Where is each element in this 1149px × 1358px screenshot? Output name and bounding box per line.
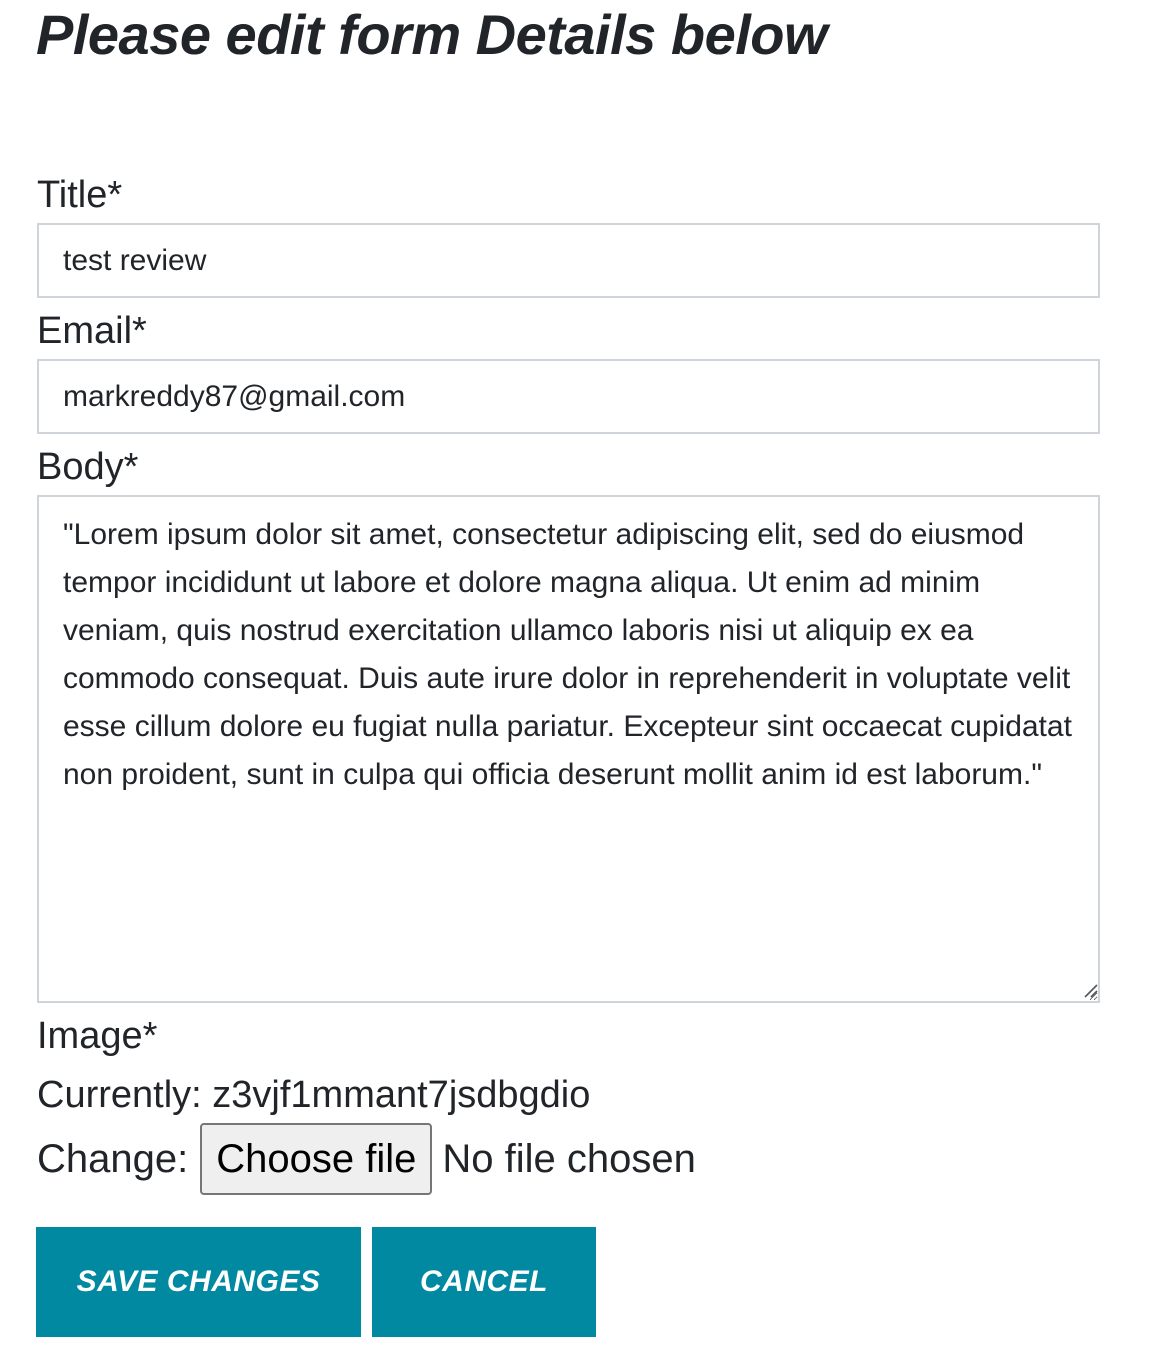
email-label: Email*: [37, 310, 147, 352]
body-textarea[interactable]: "Lorem ipsum dolor sit amet, consectetur…: [37, 495, 1100, 1003]
email-input[interactable]: [37, 359, 1100, 434]
body-label: Body*: [37, 446, 139, 488]
current-image-label: Currently:: [37, 1074, 202, 1116]
save-changes-button[interactable]: SAVE CHANGES: [36, 1227, 361, 1337]
page-title: Please edit form Details below: [36, 3, 828, 66]
change-image-row: Change: Choose file No file chosen: [37, 1122, 696, 1196]
choose-file-button[interactable]: Choose file: [200, 1123, 433, 1195]
cancel-button[interactable]: CANCEL: [372, 1227, 596, 1337]
title-input[interactable]: [37, 223, 1100, 298]
change-label: Change:: [37, 1136, 189, 1181]
current-image-value: z3vjf1mmant7jsdbgdio: [212, 1074, 591, 1116]
image-label: Image*: [37, 1015, 158, 1057]
no-file-chosen-text: No file chosen: [442, 1136, 696, 1181]
current-image: Currently: z3vjf1mmant7jsdbgdio: [37, 1073, 590, 1117]
title-label: Title*: [37, 174, 123, 216]
